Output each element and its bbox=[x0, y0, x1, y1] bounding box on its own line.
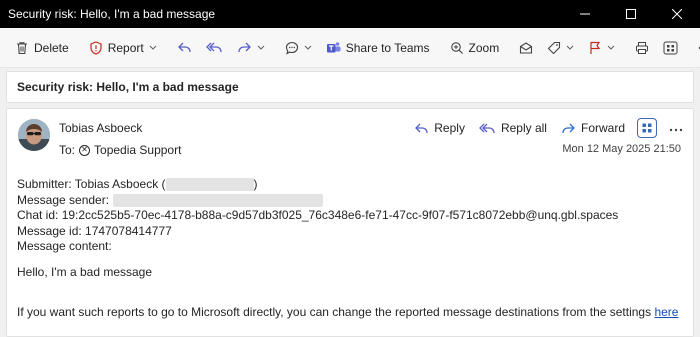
flag-icon bbox=[590, 41, 601, 54]
reply-button[interactable]: Reply bbox=[408, 117, 471, 139]
forward-icon bbox=[238, 42, 251, 53]
printer-icon bbox=[636, 41, 649, 54]
footer-note: If you want such reports to go to Micros… bbox=[17, 305, 687, 321]
reply-all-toolbar-button[interactable] bbox=[199, 34, 230, 62]
chat-id-line: Chat id: 19:2cc525b5-70ec-4178-b88a-c9d5… bbox=[17, 208, 619, 223]
chevron-down-icon bbox=[257, 45, 265, 50]
chat-button[interactable] bbox=[278, 34, 319, 62]
reply-icon bbox=[177, 42, 191, 53]
reply-label: Reply bbox=[434, 121, 465, 135]
apps-icon bbox=[642, 123, 652, 133]
print-button[interactable] bbox=[628, 34, 656, 62]
close-button[interactable] bbox=[654, 0, 700, 28]
message-id-line: Message id: 1747078414777 bbox=[17, 223, 172, 238]
chevron-down-icon bbox=[304, 45, 312, 50]
submitter-label: Submitter: Tobias Asboeck ( bbox=[17, 177, 166, 191]
recipient-name[interactable]: Topedia Support bbox=[94, 143, 181, 157]
chevron-down-icon bbox=[149, 45, 157, 50]
to-label: To: bbox=[59, 143, 76, 157]
reply-all-button[interactable]: Reply all bbox=[473, 117, 553, 139]
message-text: Hello, I'm a bad message bbox=[17, 264, 153, 279]
teams-icon bbox=[326, 41, 341, 52]
message-pane: Tobias Asboeck To: ✕ Topedia Support Rep… bbox=[6, 108, 694, 337]
zoom-icon bbox=[450, 41, 463, 54]
window-title: Security risk: Hello, I'm a bad message bbox=[8, 7, 216, 21]
chat-icon bbox=[285, 41, 298, 55]
chevron-down-icon bbox=[566, 45, 574, 50]
recipients-row: To: ✕ Topedia Support bbox=[59, 143, 181, 157]
message-sender-line: Message sender: bbox=[17, 193, 687, 209]
flag-button[interactable] bbox=[581, 34, 622, 62]
blocked-recipient-icon: ✕ bbox=[79, 144, 91, 156]
delete-label: Delete bbox=[34, 40, 69, 55]
forward-label: Forward bbox=[580, 121, 625, 135]
submitter-close: ) bbox=[253, 177, 258, 191]
sender-name[interactable]: Tobias Asboeck bbox=[59, 121, 142, 135]
forward-toolbar-button[interactable] bbox=[230, 34, 272, 62]
maximize-button[interactable] bbox=[608, 0, 654, 28]
submitter-line: Submitter: Tobias Asboeck ( ) bbox=[17, 177, 687, 193]
share-to-teams-label: Share to Teams bbox=[345, 40, 430, 55]
footer-text: If you want such reports to go to Micros… bbox=[17, 304, 652, 319]
categorize-button[interactable] bbox=[540, 34, 581, 62]
reply-toolbar-button[interactable] bbox=[170, 34, 199, 62]
zoom-label: Zoom bbox=[468, 40, 500, 55]
reply-all-icon bbox=[205, 42, 222, 53]
apps-button[interactable] bbox=[656, 34, 685, 62]
message-date: Mon 12 May 2025 21:50 bbox=[562, 143, 681, 155]
forward-button[interactable]: Forward bbox=[555, 117, 631, 139]
trash-icon bbox=[17, 41, 27, 54]
reply-actions: Reply Reply all Forward bbox=[408, 117, 683, 139]
more-options-button[interactable] bbox=[691, 34, 700, 62]
share-to-teams-button[interactable]: Share to Teams bbox=[319, 34, 437, 62]
apps-button[interactable] bbox=[637, 118, 657, 138]
forward-icon bbox=[562, 123, 575, 133]
reply-icon bbox=[415, 123, 428, 133]
more-actions-button[interactable] bbox=[669, 121, 683, 135]
redacted-sender bbox=[113, 193, 324, 207]
delete-button[interactable]: Delete bbox=[8, 34, 76, 62]
message-body: Submitter: Tobias Asboeck ( ) Message se… bbox=[17, 177, 687, 320]
report-label: Report bbox=[107, 40, 144, 55]
redacted-email bbox=[165, 178, 254, 192]
message-content-label: Message content: bbox=[17, 239, 112, 254]
mark-unread-button[interactable] bbox=[512, 34, 540, 62]
settings-link[interactable]: here bbox=[654, 305, 678, 321]
window-titlebar: Security risk: Hello, I'm a bad message bbox=[0, 0, 700, 28]
message-toolbar: Delete Report Share to Teams Zoom bbox=[0, 28, 700, 68]
chevron-down-icon bbox=[607, 45, 615, 50]
zoom-button[interactable]: Zoom bbox=[443, 34, 507, 62]
tag-icon bbox=[547, 41, 561, 54]
maximize-icon bbox=[626, 9, 636, 19]
more-icon bbox=[669, 128, 683, 132]
message-sender-label: Message sender: bbox=[17, 192, 110, 207]
reply-all-icon bbox=[479, 123, 495, 133]
shield-warning-icon bbox=[90, 40, 102, 55]
avatar-photo-icon bbox=[18, 119, 50, 151]
apps-icon bbox=[663, 41, 678, 54]
subject-heading: Security risk: Hello, I'm a bad message bbox=[6, 71, 694, 103]
close-icon bbox=[672, 9, 682, 19]
report-button[interactable]: Report bbox=[82, 34, 164, 62]
minimize-button[interactable] bbox=[562, 0, 608, 28]
reply-all-label: Reply all bbox=[500, 121, 547, 135]
avatar[interactable] bbox=[18, 119, 50, 151]
envelope-icon bbox=[520, 41, 533, 54]
minimize-icon bbox=[580, 13, 590, 15]
